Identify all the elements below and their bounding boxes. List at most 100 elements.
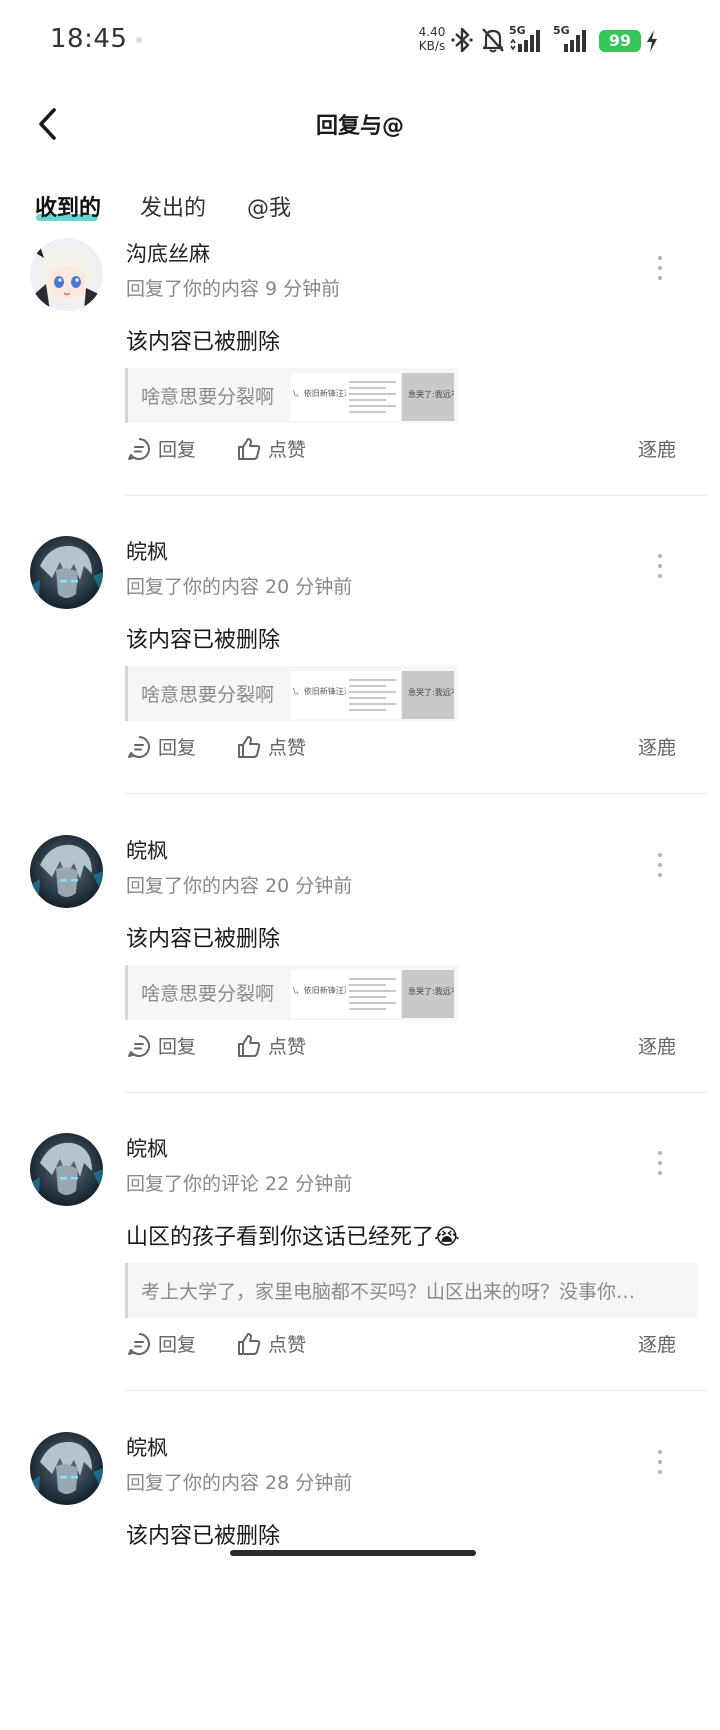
reply-button[interactable]: 回复 bbox=[126, 1032, 196, 1059]
quoted-post[interactable]: 考上大学了，家里电脑都不买吗？山区出来的呀？没事你… bbox=[125, 1263, 698, 1318]
quoted-text: 啥意思要分裂啊 bbox=[141, 684, 275, 706]
reply-meta: 回复了你的内容 9 分钟前 bbox=[126, 278, 341, 300]
like-label: 点赞 bbox=[268, 1036, 307, 1058]
thumbs-up-icon bbox=[238, 1333, 261, 1355]
divider bbox=[125, 1390, 707, 1391]
notification-item[interactable]: 皖枫 回复了你的内容 20 分钟前 该内容已被删除 啥意思要分裂啊 \、依旧新锋… bbox=[0, 536, 720, 834]
quoted-images: \、依旧新锋汪洼 急哭了:我远不 bbox=[291, 671, 456, 719]
thumbnail-caption: 急哭了:我远不 bbox=[408, 987, 454, 996]
quoted-image-thumbnail: \、依旧新锋汪洼 bbox=[291, 373, 346, 421]
like-label: 点赞 bbox=[268, 1334, 307, 1356]
quoted-images: \、依旧新锋汪洼 急哭了:我远不 bbox=[291, 970, 456, 1018]
bluetooth-icon bbox=[451, 27, 473, 53]
more-options-button[interactable] bbox=[648, 256, 672, 286]
reply-meta: 回复了你的内容 20 分钟前 bbox=[126, 875, 353, 897]
divider bbox=[125, 495, 707, 496]
notification-item[interactable]: 皖枫 回复了你的内容 20 分钟前 该内容已被删除 啥意思要分裂啊 \、依旧新锋… bbox=[0, 835, 720, 1133]
username[interactable]: 皖枫 bbox=[126, 1432, 168, 1462]
notification-dot bbox=[136, 37, 142, 43]
more-options-button[interactable] bbox=[648, 853, 672, 883]
reply-content[interactable]: 该内容已被删除 bbox=[126, 921, 280, 953]
reply-content[interactable]: 该内容已被删除 bbox=[126, 324, 280, 356]
like-label: 点赞 bbox=[268, 737, 307, 759]
quoted-images: \、依旧新锋汪洼 急哭了:我远不 bbox=[291, 373, 456, 421]
avatar[interactable] bbox=[30, 1432, 103, 1505]
tab-received[interactable]: 收到的 bbox=[35, 190, 101, 222]
reply-label: 回复 bbox=[158, 1334, 197, 1356]
signal-icon bbox=[564, 30, 586, 52]
thumbnail-caption: 急哭了:我远不 bbox=[408, 688, 454, 697]
like-button[interactable]: 点赞 bbox=[236, 435, 306, 462]
tab-mentions[interactable]: @我 bbox=[247, 190, 291, 222]
network-speed-unit: KB/s bbox=[418, 39, 446, 53]
quoted-text: 啥意思要分裂啊 bbox=[141, 386, 275, 408]
reply-content[interactable]: 山区的孩子看到你这话已经死了😭 bbox=[126, 1219, 460, 1251]
username[interactable]: 皖枫 bbox=[126, 1133, 168, 1163]
home-indicator[interactable] bbox=[230, 1550, 476, 1556]
action-bar: 回复 点赞 逐鹿 bbox=[126, 1032, 686, 1062]
action-bar: 回复 点赞 逐鹿 bbox=[126, 435, 686, 465]
comment-icon bbox=[128, 1333, 150, 1355]
quoted-image-thumbnail bbox=[346, 373, 401, 421]
reply-meta: 回复了你的内容 20 分钟前 bbox=[126, 576, 353, 598]
network-speed-value: 4.40 bbox=[418, 25, 446, 39]
like-button[interactable]: 点赞 bbox=[236, 1330, 306, 1357]
username[interactable]: 皖枫 bbox=[126, 536, 168, 566]
action-bar: 回复 点赞 逐鹿 bbox=[126, 1330, 686, 1360]
notification-item[interactable]: 皖枫 回复了你的内容 28 分钟前 该内容已被删除 bbox=[0, 1432, 720, 1730]
avatar[interactable] bbox=[30, 1133, 103, 1206]
reply-label: 回复 bbox=[158, 439, 197, 461]
quoted-image-thumbnail: 急哭了:我远不 bbox=[402, 373, 454, 421]
reply-button[interactable]: 回复 bbox=[126, 435, 196, 462]
reply-label: 回复 bbox=[158, 1036, 197, 1058]
comment-icon bbox=[128, 736, 150, 758]
quoted-post[interactable]: 啥意思要分裂啊 \、依旧新锋汪洼 急哭了:我远不 bbox=[125, 368, 458, 423]
more-options-button[interactable] bbox=[648, 1151, 672, 1181]
thumbnail-caption: \、依旧新锋汪洼 bbox=[293, 687, 346, 696]
reply-meta: 回复了你的评论 22 分钟前 bbox=[126, 1173, 353, 1195]
status-time: 18:45 bbox=[50, 24, 128, 54]
quoted-post[interactable]: 啥意思要分裂啊 \、依旧新锋汪洼 急哭了:我远不 bbox=[125, 965, 458, 1020]
action-bar: 回复 点赞 逐鹿 bbox=[126, 733, 686, 763]
avatar[interactable] bbox=[30, 835, 103, 908]
username[interactable]: 皖枫 bbox=[126, 835, 168, 865]
like-button[interactable]: 点赞 bbox=[236, 733, 306, 760]
quoted-text: 考上大学了，家里电脑都不买吗？山区出来的呀？没事你… bbox=[141, 1281, 636, 1303]
comment-icon bbox=[128, 1035, 150, 1057]
reply-button[interactable]: 回复 bbox=[126, 733, 196, 760]
divider bbox=[125, 1092, 707, 1093]
more-options-button[interactable] bbox=[648, 1450, 672, 1480]
thumbnail-caption: \、依旧新锋汪洼 bbox=[293, 986, 346, 995]
charging-icon bbox=[647, 30, 657, 52]
like-label: 点赞 bbox=[268, 439, 307, 461]
source-channel-link[interactable]: 逐鹿 bbox=[638, 435, 676, 462]
tab-sent[interactable]: 发出的 bbox=[140, 190, 206, 222]
avatar[interactable] bbox=[30, 238, 103, 311]
reply-button[interactable]: 回复 bbox=[126, 1330, 196, 1357]
mute-bell-icon bbox=[482, 28, 504, 53]
comment-icon bbox=[128, 438, 150, 460]
username[interactable]: 沟底丝麻 bbox=[126, 238, 210, 268]
quoted-post[interactable]: 啥意思要分裂啊 \、依旧新锋汪洼 急哭了:我远不 bbox=[125, 666, 458, 721]
signal-icon bbox=[510, 30, 540, 52]
divider bbox=[125, 793, 707, 794]
thumbnail-caption: \、依旧新锋汪洼 bbox=[293, 389, 346, 398]
avatar[interactable] bbox=[30, 536, 103, 609]
like-button[interactable]: 点赞 bbox=[236, 1032, 306, 1059]
reply-label: 回复 bbox=[158, 737, 197, 759]
quoted-image-thumbnail: 急哭了:我远不 bbox=[402, 671, 454, 719]
source-channel-link[interactable]: 逐鹿 bbox=[638, 733, 676, 760]
notification-item[interactable]: 沟底丝麻 回复了你的内容 9 分钟前 该内容已被删除 啥意思要分裂啊 \、依旧新… bbox=[0, 238, 720, 536]
quoted-image-thumbnail: \、依旧新锋汪洼 bbox=[291, 671, 346, 719]
reply-meta: 回复了你的内容 28 分钟前 bbox=[126, 1472, 353, 1494]
status-bar: 18:45 4.40 KB/s 5G 5G 99 bbox=[0, 0, 720, 80]
reply-content[interactable]: 该内容已被删除 bbox=[126, 1518, 280, 1550]
reply-content[interactable]: 该内容已被删除 bbox=[126, 622, 280, 654]
notification-item[interactable]: 皖枫 回复了你的评论 22 分钟前 山区的孩子看到你这话已经死了😭 考上大学了，… bbox=[0, 1133, 720, 1431]
source-channel-link[interactable]: 逐鹿 bbox=[638, 1032, 676, 1059]
quoted-image-thumbnail: \、依旧新锋汪洼 bbox=[291, 970, 346, 1018]
network-speed: 4.40 KB/s bbox=[412, 25, 452, 53]
source-channel-link[interactable]: 逐鹿 bbox=[638, 1330, 676, 1357]
thumbnail-caption: 急哭了:我远不 bbox=[408, 390, 454, 399]
more-options-button[interactable] bbox=[648, 554, 672, 584]
